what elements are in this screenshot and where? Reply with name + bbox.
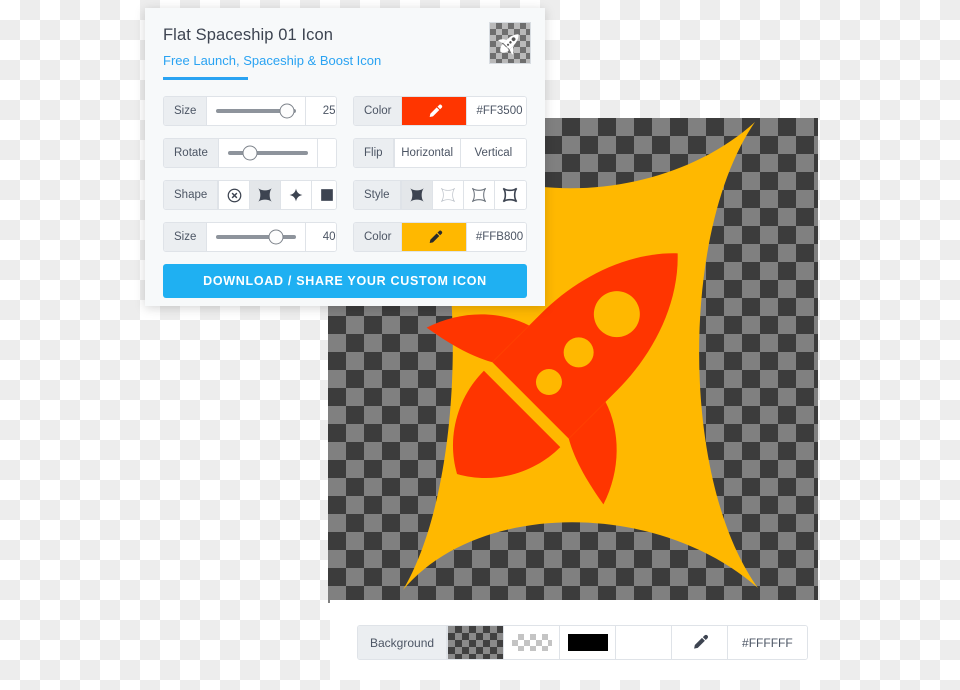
flip-label: Flip xyxy=(354,139,394,167)
eyedropper-icon xyxy=(429,230,443,243)
panel-header: Flat Spaceship 01 Icon Free Launch, Spac… xyxy=(145,8,545,80)
slider-track xyxy=(227,145,308,161)
icon-thumbnail[interactable] xyxy=(489,22,531,64)
slider-knob[interactable] xyxy=(279,103,295,119)
shape-size-value: 400px xyxy=(305,223,336,251)
icon-size-value: 256px xyxy=(305,97,336,125)
rotate-value: 90° xyxy=(316,139,336,167)
background-label: Background xyxy=(358,626,448,659)
background-toolbar[interactable]: Background #FFFFFF xyxy=(357,625,808,660)
style-option-filled[interactable] xyxy=(400,181,432,209)
outline-thin-star-icon xyxy=(440,188,455,202)
shape-color-control[interactable]: Color #FFB800 xyxy=(353,222,527,252)
panel-subtitle-link[interactable]: Free Launch, Spaceship & Boost Icon xyxy=(163,53,527,68)
rotate-slider[interactable] xyxy=(218,139,317,167)
dark-checkerboard-icon xyxy=(448,626,504,659)
flip-control[interactable]: Flip Horizontal Vertical xyxy=(353,138,527,168)
style-option-outline-medium[interactable] xyxy=(462,181,494,209)
flip-vertical-button[interactable]: Vertical xyxy=(459,139,526,167)
black-swatch-icon xyxy=(567,634,608,651)
outline-bold-star-icon xyxy=(502,187,517,203)
control-rows: Size 256px Color #FF3500 xyxy=(145,96,545,252)
white-swatch-icon xyxy=(623,634,664,651)
background-color-picker-button[interactable] xyxy=(671,626,728,659)
none-icon xyxy=(227,188,242,202)
slider-knob[interactable] xyxy=(268,229,284,245)
title-underline xyxy=(163,77,248,80)
shape-color-value[interactable]: #FFB800 xyxy=(466,223,526,251)
style-label: Style xyxy=(354,181,401,209)
outline-medium-star-icon xyxy=(471,187,486,203)
background-swatch-black[interactable] xyxy=(559,626,616,659)
shape-control[interactable]: Shape xyxy=(163,180,337,210)
eyedropper-icon xyxy=(429,104,443,117)
page-title: Flat Spaceship 01 Icon xyxy=(163,26,334,44)
background-swatch-dark-checkerboard[interactable] xyxy=(447,626,504,659)
slider-track xyxy=(216,229,297,245)
shape-option-concave-star[interactable] xyxy=(249,181,281,209)
slider-knob[interactable] xyxy=(242,145,258,161)
filled-star-icon xyxy=(409,188,424,202)
icon-color-value[interactable]: #FF3500 xyxy=(466,97,526,125)
light-checkerboard-icon xyxy=(511,634,552,651)
style-option-outline-thin[interactable] xyxy=(431,181,463,209)
icon-color-swatch[interactable] xyxy=(402,97,467,125)
icon-customizer-panel: Flat Spaceship 01 Icon Free Launch, Spac… xyxy=(145,8,545,306)
background-hex-value[interactable]: #FFFFFF xyxy=(727,626,807,659)
control-row-shape-style: Shape Style xyxy=(163,180,527,210)
icon-size-control[interactable]: Size 256px xyxy=(163,96,337,126)
background-swatch-light-checkerboard[interactable] xyxy=(503,626,560,659)
shape-option-none[interactable] xyxy=(218,181,250,209)
shape-size-slider[interactable] xyxy=(207,223,306,251)
concave-star-icon xyxy=(258,188,272,202)
icon-color-label: Color xyxy=(354,97,403,125)
sparkle-diamond-icon xyxy=(289,188,303,202)
flip-horizontal-button[interactable]: Horizontal xyxy=(393,139,460,167)
shape-color-label: Color xyxy=(354,223,403,251)
square-icon xyxy=(321,189,334,201)
icon-size-slider[interactable] xyxy=(207,97,306,125)
shape-color-swatch[interactable] xyxy=(402,223,467,251)
shape-size-control[interactable]: Size 400px xyxy=(163,222,337,252)
shape-label: Shape xyxy=(164,181,219,209)
shape-option-square[interactable] xyxy=(311,181,336,209)
icon-color-control[interactable]: Color #FF3500 xyxy=(353,96,527,126)
shape-option-sparkle-diamond[interactable] xyxy=(280,181,312,209)
style-control[interactable]: Style xyxy=(353,180,527,210)
control-row-shapesize-shapecolor: Size 400px Color #FFB800 xyxy=(163,222,527,252)
control-row-size-color: Size 256px Color #FF3500 xyxy=(163,96,527,126)
background-swatch-white[interactable] xyxy=(615,626,672,659)
icon-size-label: Size xyxy=(164,97,208,125)
rotate-label: Rotate xyxy=(164,139,219,167)
style-option-outline-bold[interactable] xyxy=(493,181,525,209)
slider-track xyxy=(216,103,297,119)
download-share-button[interactable]: DOWNLOAD / SHARE YOUR CUSTOM ICON xyxy=(163,264,527,298)
shape-size-label: Size xyxy=(164,223,208,251)
rotate-control[interactable]: Rotate 90° xyxy=(163,138,337,168)
rocket-icon xyxy=(498,34,519,55)
eyedropper-icon xyxy=(694,634,709,649)
control-row-rotate-flip: Rotate 90° Flip Horizontal Vertical xyxy=(163,138,527,168)
